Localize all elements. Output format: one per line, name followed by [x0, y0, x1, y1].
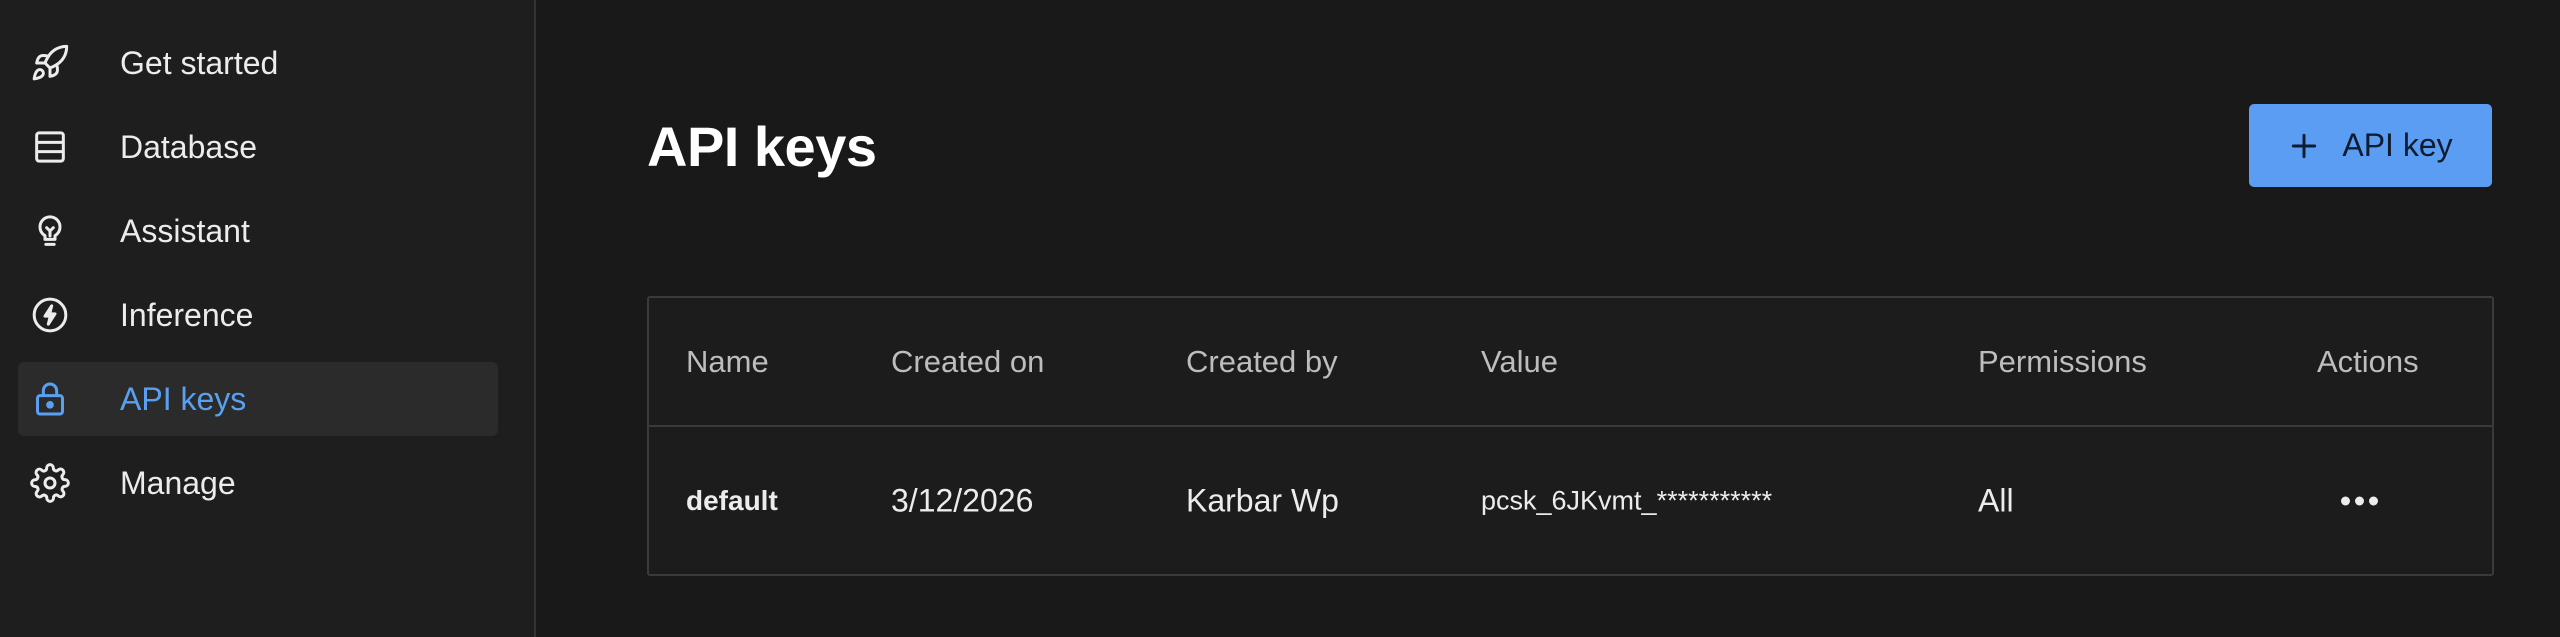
- page-title: API keys: [647, 115, 877, 178]
- table-header: Name Created on Created by Value Permiss…: [649, 298, 2492, 427]
- add-api-key-label: API key: [2342, 127, 2453, 163]
- sidebar-item-label: Get started: [120, 44, 279, 81]
- gear-icon: [29, 462, 71, 504]
- sidebar-item-label: API keys: [120, 380, 247, 417]
- add-api-key-button[interactable]: API key: [2249, 104, 2492, 187]
- sidebar-item-label: Manage: [120, 464, 236, 501]
- dot: [2369, 496, 2378, 505]
- sidebar-item-label: Inference: [120, 296, 254, 333]
- sidebar-item-label: Database: [120, 128, 257, 165]
- bolt-icon: [29, 294, 71, 336]
- key-name: default: [686, 484, 778, 516]
- key-created-on: 3/12/2026: [891, 482, 1034, 518]
- more-actions-icon[interactable]: [2333, 488, 2386, 513]
- sidebar-item-assistant[interactable]: Assistant: [18, 194, 498, 268]
- main-content: API keys API key Name Created on Created…: [536, 0, 2560, 637]
- api-keys-table: Name Created on Created by Value Permiss…: [647, 296, 2494, 576]
- lock-icon: [29, 378, 71, 420]
- dot: [2355, 496, 2364, 505]
- key-value: pcsk_6JKvmt_***********: [1481, 485, 1773, 515]
- database-icon: [29, 126, 71, 168]
- column-header-created-on: Created on: [891, 343, 1045, 379]
- app-root: Get started Database Assistant Inference…: [0, 0, 2560, 637]
- key-created-by: Karbar Wp: [1186, 482, 1339, 518]
- sidebar-item-database[interactable]: Database: [18, 110, 498, 184]
- column-header-actions: Actions: [2317, 343, 2419, 379]
- column-header-permissions: Permissions: [1978, 343, 2147, 379]
- dot: [2341, 496, 2350, 505]
- plus-icon: [2288, 130, 2320, 162]
- sidebar: Get started Database Assistant Inference…: [0, 0, 536, 637]
- column-header-name: Name: [686, 343, 769, 379]
- rocket-icon: [29, 42, 71, 84]
- column-header-value: Value: [1481, 343, 1558, 379]
- sidebar-item-label: Assistant: [120, 212, 250, 249]
- table-row: default 3/12/2026 Karbar Wp pcsk_6JKvmt_…: [649, 427, 2492, 574]
- key-permissions: All: [1978, 482, 2014, 518]
- sidebar-item-manage[interactable]: Manage: [18, 446, 498, 520]
- column-header-created-by: Created by: [1186, 343, 1338, 379]
- sidebar-item-api-keys[interactable]: API keys: [18, 362, 498, 436]
- sidebar-item-inference[interactable]: Inference: [18, 278, 498, 352]
- sidebar-item-get-started[interactable]: Get started: [18, 26, 498, 100]
- lightbulb-icon: [29, 210, 71, 252]
